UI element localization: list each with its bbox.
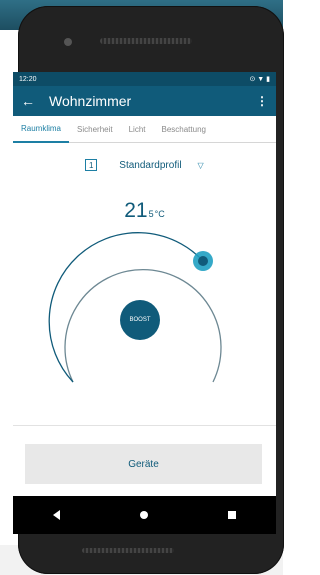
tab-sicherheit[interactable]: Sicherheit xyxy=(69,116,121,142)
tab-beschattung[interactable]: Beschattung xyxy=(154,116,214,142)
phone-top-bezel xyxy=(18,6,284,78)
arrow-left-icon[interactable]: ← xyxy=(21,93,39,109)
chevron-down-icon[interactable]: ▽ xyxy=(198,161,204,170)
temperature-unit: °C xyxy=(154,209,165,219)
boost-button[interactable]: BOOST xyxy=(120,300,160,340)
phone-bottom-bezel xyxy=(0,534,283,568)
app-screen: 12:20 ⊙ ▼ ▮ ← Wohnzimmer ⋮ Raumklima Sic… xyxy=(13,72,276,496)
status-bar: 12:20 ⊙ ▼ ▮ xyxy=(13,72,276,86)
bottom-speaker-grille xyxy=(82,548,174,553)
temperature-decimal: 5 xyxy=(148,209,154,219)
profile-selector[interactable]: 1 Standardprofil ▽ xyxy=(13,159,276,171)
tab-licht[interactable]: Licht xyxy=(121,116,154,142)
nav-back-icon[interactable] xyxy=(53,510,60,520)
temperature-display: 215°C xyxy=(13,199,276,223)
camera-icon xyxy=(64,38,72,46)
profile-name: Standardprofil xyxy=(119,159,182,171)
app-bar: ← Wohnzimmer ⋮ xyxy=(13,86,276,116)
divider xyxy=(13,425,276,426)
nav-home-icon[interactable] xyxy=(140,511,148,519)
dial-knob-core xyxy=(198,256,208,266)
page-title: Wohnzimmer xyxy=(49,93,132,109)
geraete-button[interactable]: Geräte xyxy=(25,444,262,484)
nav-recent-icon[interactable] xyxy=(228,511,236,519)
profile-number: 1 xyxy=(85,159,98,171)
status-time: 12:20 xyxy=(19,75,37,83)
android-nav-bar xyxy=(13,496,276,534)
tab-bar: Raumklima Sicherheit Licht Beschattung xyxy=(13,116,276,143)
tab-raumklima[interactable]: Raumklima xyxy=(13,115,70,143)
temperature-value: 21 xyxy=(124,199,148,222)
status-icons: ⊙ ▼ ▮ xyxy=(249,76,270,83)
more-vert-icon[interactable]: ⋮ xyxy=(256,94,268,108)
speaker-grille xyxy=(100,38,192,44)
